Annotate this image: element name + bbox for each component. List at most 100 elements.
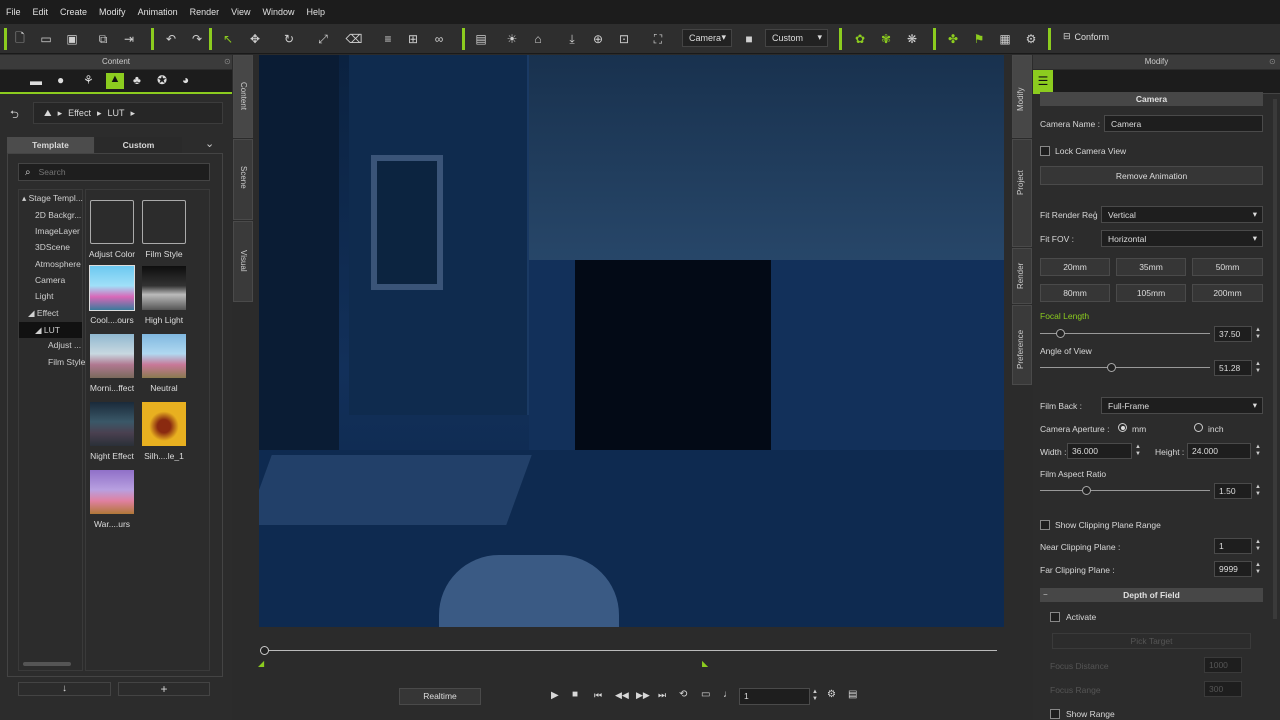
remove-animation-button[interactable]: Remove Animation (1040, 166, 1263, 185)
tree-item-2d-background[interactable]: 2D Backgr... (35, 210, 81, 220)
range-end-marker[interactable]: ◣ (702, 659, 708, 668)
sliders-icon[interactable]: ☰ (1033, 70, 1053, 94)
focus-distance-field[interactable]: 1000 (1204, 657, 1242, 673)
timecode-icon[interactable]: ▭ (701, 689, 710, 700)
viewport-icon[interactable]: ▤ (472, 30, 490, 48)
eraser-icon[interactable]: ⌫ (345, 30, 363, 48)
tree-item-effect[interactable]: ◢ Effect (28, 308, 58, 319)
play-icon[interactable]: ▶ (551, 690, 559, 701)
motion-icon[interactable]: ⚘ (83, 73, 94, 87)
height-spinner[interactable]: ▲ ▼ (1254, 444, 1262, 458)
prop-icon[interactable]: ♣ (133, 73, 141, 87)
dof-activate-checkbox[interactable] (1050, 612, 1060, 622)
film-reel-icon[interactable]: ✪ (157, 73, 167, 87)
far-clip-field[interactable]: 9999 (1214, 561, 1252, 577)
motion-icon[interactable]: ❋ (903, 30, 921, 48)
download-button[interactable]: ↓ (18, 682, 111, 696)
folder-thumb-adjust-color[interactable] (90, 200, 134, 244)
tree-item-imagelayer[interactable]: ImageLayer (35, 226, 80, 236)
panel-close-icon[interactable]: ⊙ (224, 57, 231, 66)
aperture-inch-radio[interactable] (1194, 423, 1203, 432)
tree-item-lut[interactable]: ◢ LUT (19, 322, 82, 338)
breadcrumb-effect[interactable]: Effect (68, 108, 91, 118)
fit-render-select[interactable]: Vertical ▾ (1101, 206, 1263, 223)
tab-custom[interactable]: Custom (95, 137, 182, 153)
tree-item-stage-templates[interactable]: ▴ Stage Templ... (22, 193, 83, 204)
avatar-icon[interactable]: ● (57, 73, 64, 87)
3d-viewport[interactable] (259, 55, 1004, 627)
metronome-icon[interactable]: ♩ (723, 689, 733, 700)
stop-icon[interactable]: ■ (572, 689, 578, 700)
tree-item-light[interactable]: Light (35, 291, 53, 301)
select-arrow-icon[interactable]: ↖ (219, 30, 237, 48)
camera-name-field[interactable]: Camera (1104, 115, 1263, 132)
width-spinner[interactable]: ▲ ▼ (1134, 444, 1142, 458)
focal-length-spinner[interactable]: ▲ ▼ (1254, 327, 1262, 341)
lut-thumb-morning-effect[interactable] (90, 334, 134, 378)
menu-modify[interactable]: Modify (93, 7, 132, 17)
lut-thumb-warm-colours[interactable] (90, 470, 134, 514)
film-aspect-knob[interactable] (1081, 486, 1091, 495)
width-field[interactable]: 36.000 (1067, 443, 1132, 459)
first-frame-icon[interactable]: ⏮ (594, 690, 602, 701)
depth-of-field-header[interactable]: Depth of Field (1040, 588, 1263, 602)
prev-frame-icon[interactable]: ◀◀ (615, 690, 629, 701)
save-icon[interactable]: ▣ (63, 30, 81, 48)
camera-section-header[interactable]: Camera (1040, 92, 1263, 106)
menu-edit[interactable]: Edit (27, 7, 55, 17)
view-select[interactable]: Custom (765, 29, 828, 47)
focal-length-slider[interactable] (1040, 333, 1210, 334)
add-icon[interactable]: ⊕ (589, 30, 607, 48)
timeline-playhead[interactable] (260, 646, 269, 655)
tab-visual-side[interactable]: Visual (233, 221, 253, 302)
film-aspect-spinner[interactable]: ▲ ▼ (1254, 484, 1262, 498)
menu-view[interactable]: View (225, 7, 256, 17)
last-frame-icon[interactable]: ⏭ (658, 690, 666, 701)
stage-icon[interactable]: ⛰ (44, 108, 52, 119)
menu-render[interactable]: Render (184, 7, 226, 17)
lut-thumb-night-effect[interactable] (90, 402, 134, 446)
flag-icon[interactable]: ⚑ (970, 30, 988, 48)
search-box[interactable]: ⌕ (18, 163, 210, 181)
folder-thumb-film-style[interactable] (142, 200, 186, 244)
tools-icon[interactable]: ⚙ (1022, 30, 1040, 48)
character-add-icon[interactable]: ✿ (851, 30, 869, 48)
video-camera-icon[interactable]: ■ (740, 30, 758, 48)
menu-animation[interactable]: Animation (132, 7, 184, 17)
lut-thumb-silhouette[interactable] (142, 402, 186, 446)
sun-light-icon[interactable]: ☀ (503, 30, 521, 48)
frame-spinner[interactable]: ▲ ▼ (811, 689, 819, 703)
focus-range-field[interactable]: 300 (1204, 681, 1242, 697)
lut-thumb-high-light[interactable] (142, 266, 186, 310)
tree-item-camera[interactable]: Camera (35, 275, 65, 285)
scale-icon[interactable]: ⤢ (314, 30, 332, 48)
timeline-track[interactable] (264, 650, 997, 651)
tree-item-adjust-color[interactable]: Adjust ... (48, 340, 81, 350)
breadcrumb-lut[interactable]: LUT (107, 108, 124, 118)
range-start-marker[interactable]: ◢ (258, 659, 264, 668)
next-frame-icon[interactable]: ▶▶ (636, 690, 650, 701)
clipboard-icon[interactable]: ▦ (996, 30, 1014, 48)
far-clip-spinner[interactable]: ▲ ▼ (1254, 562, 1262, 576)
menu-file[interactable]: File (0, 7, 27, 17)
timeline-panel-icon[interactable]: ▤ (848, 689, 857, 700)
zoom-extents-icon[interactable]: ⊡ (615, 30, 633, 48)
film-aspect-slider[interactable] (1040, 490, 1210, 491)
import-icon[interactable]: ⧉ (94, 30, 112, 48)
lut-thumb-neutral[interactable] (142, 334, 186, 378)
tab-content-side[interactable]: Content (233, 55, 253, 138)
frame-selected-icon[interactable]: ⛶ (649, 30, 667, 48)
conform-button[interactable]: ⊟ Conform (1063, 31, 1109, 42)
pose-icon[interactable]: ✤ (944, 30, 962, 48)
lens-50mm-button[interactable]: 50mm (1192, 258, 1263, 276)
modify-scrollbar[interactable] (1273, 99, 1277, 619)
angle-of-view-spinner[interactable]: ▲ ▼ (1254, 361, 1262, 375)
add-button[interactable]: + (118, 682, 210, 696)
lens-35mm-button[interactable]: 35mm (1116, 258, 1186, 276)
angle-of-view-field[interactable]: 51.28 (1214, 360, 1252, 376)
focal-length-field[interactable]: 37.50 (1214, 326, 1252, 342)
angle-of-view-slider[interactable] (1040, 367, 1210, 368)
show-clipping-checkbox[interactable] (1040, 520, 1050, 530)
media-icon[interactable]: ◕ (182, 73, 189, 87)
lens-80mm-button[interactable]: 80mm (1040, 284, 1110, 302)
